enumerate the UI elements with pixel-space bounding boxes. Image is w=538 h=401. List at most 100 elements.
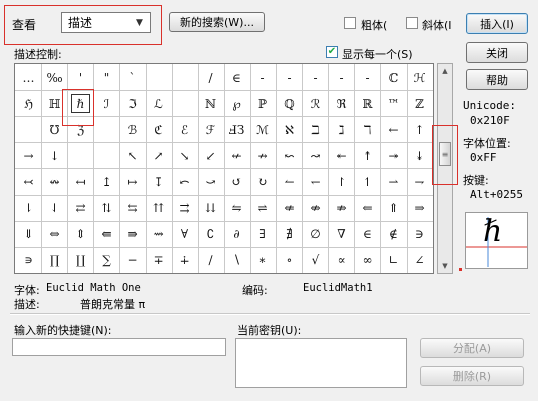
symbol-cell[interactable]: ∈ xyxy=(225,66,248,89)
symbol-cell[interactable]: ∓ xyxy=(147,248,170,271)
symbol-cell[interactable]: ⇔ xyxy=(43,222,66,245)
symbol-cell[interactable]: ⇊ xyxy=(199,196,222,219)
symbol-cell[interactable]: ∏ xyxy=(43,248,66,271)
symbol-cell[interactable]: ⇍ xyxy=(278,196,301,219)
symbol-cell[interactable] xyxy=(17,118,40,141)
symbol-cell[interactable]: ⇈ xyxy=(147,196,170,219)
symbol-cell[interactable]: ℜ xyxy=(330,92,353,115)
show-each-checkbox[interactable]: ✔ xyxy=(326,46,338,58)
symbol-cell[interactable]: ⇀ xyxy=(382,170,405,193)
symbol-cell[interactable]: - xyxy=(330,66,353,89)
symbol-cell[interactable]: ↦ xyxy=(121,170,144,193)
scroll-down-icon[interactable]: ▼ xyxy=(438,259,452,273)
symbol-cell[interactable]: ↙ xyxy=(199,144,222,167)
symbol-cell[interactable]: ⇏ xyxy=(330,196,353,219)
symbol-cell[interactable]: - xyxy=(356,66,379,89)
symbol-cell[interactable]: ℕ xyxy=(199,92,222,115)
symbol-cell[interactable]: ⇚ xyxy=(95,222,118,245)
help-button[interactable]: 帮助 xyxy=(466,69,528,90)
symbol-cell[interactable]: ℒ xyxy=(147,92,170,115)
symbol-cell[interactable]: ⇅ xyxy=(95,196,118,219)
symbol-cell[interactable]: ⇆ xyxy=(121,196,144,219)
symbol-cell[interactable]: ∘ xyxy=(278,248,301,271)
new-shortcut-input[interactable] xyxy=(12,338,226,356)
symbol-cell[interactable]: ⇝ xyxy=(147,222,170,245)
symbol-cell[interactable]: ↟ xyxy=(356,144,379,167)
symbol-cell[interactable]: ⇕ xyxy=(69,222,92,245)
symbol-cell[interactable]: ∐ xyxy=(69,248,92,271)
symbol-cell[interactable] xyxy=(173,92,196,115)
current-key-list[interactable] xyxy=(235,338,407,388)
symbol-cell[interactable]: ⇌ xyxy=(251,196,274,219)
scroll-up-icon[interactable]: ▲ xyxy=(438,64,452,78)
assign-button[interactable]: 分配(A) xyxy=(420,338,524,358)
symbol-cell[interactable]: ⇂ xyxy=(17,196,40,219)
symbol-cell[interactable]: ℰ xyxy=(173,118,196,141)
symbol-cell[interactable]: … xyxy=(17,66,40,89)
symbol-cell[interactable]: " xyxy=(95,66,118,89)
symbol-cell[interactable]: ∈ xyxy=(356,222,379,245)
symbol-cell[interactable]: ⇎ xyxy=(304,196,327,219)
symbol-cell[interactable]: ∉ xyxy=(382,222,405,245)
symbol-cell[interactable]: ↼ xyxy=(278,170,301,193)
symbol-cell[interactable]: ⇛ xyxy=(121,222,144,245)
symbol-cell[interactable]: ℤ xyxy=(408,92,431,115)
symbol-cell[interactable]: / xyxy=(199,66,222,89)
symbol-cell[interactable]: ↝ xyxy=(304,144,327,167)
symbol-cell[interactable]: ↭ xyxy=(43,170,66,193)
symbol-cell[interactable]: ∁ xyxy=(199,222,222,245)
symbol-cell[interactable]: ↠ xyxy=(382,144,405,167)
symbol-cell[interactable]: ↧ xyxy=(147,170,170,193)
symbol-cell[interactable]: ↥ xyxy=(95,170,118,193)
symbol-cell[interactable]: ∖ xyxy=(225,248,248,271)
symbol-cell[interactable]: ℘ xyxy=(225,92,248,115)
symbol-cell[interactable]: ℷ xyxy=(330,118,353,141)
symbol-cell[interactable]: ℚ xyxy=(278,92,301,115)
symbol-cell[interactable]: ⤺ xyxy=(173,170,196,193)
symbol-cell[interactable]: ⇐ xyxy=(356,196,379,219)
symbol-cell[interactable]: ℱ xyxy=(199,118,222,141)
symbol-cell[interactable]: ↺ xyxy=(225,170,248,193)
bold-checkbox[interactable] xyxy=(344,17,356,29)
symbol-cell[interactable]: ∞ xyxy=(356,248,379,271)
delete-button[interactable]: 删除(R) xyxy=(420,366,524,386)
symbol-cell[interactable]: − xyxy=(121,248,144,271)
symbol-cell[interactable]: ↗ xyxy=(147,144,170,167)
symbol-cell[interactable]: ℭ xyxy=(147,118,170,141)
symbol-cell[interactable]: ↚ xyxy=(225,144,248,167)
symbol-cell[interactable]: ⇒ xyxy=(408,196,431,219)
symbol-cell[interactable]: - xyxy=(278,66,301,89)
symbol-cell[interactable] xyxy=(95,144,118,167)
symbol-cell[interactable]: ∋ xyxy=(408,222,431,245)
symbol-cell[interactable]: ℋ xyxy=(408,66,431,89)
symbol-cell[interactable]: ↓ xyxy=(43,144,66,167)
symbol-cell[interactable]: ‰ xyxy=(43,66,66,89)
symbol-cell[interactable]: ℝ xyxy=(356,92,379,115)
italic-checkbox[interactable] xyxy=(406,17,418,29)
symbol-cell[interactable]: ↖ xyxy=(121,144,144,167)
new-search-button[interactable]: 新的搜索(W)... xyxy=(169,12,265,32)
insert-button[interactable]: 插入(I) xyxy=(466,13,528,34)
symbol-cell[interactable]: ⇃ xyxy=(43,196,66,219)
symbol-cell[interactable]: ↘ xyxy=(173,144,196,167)
symbol-cell[interactable]: ℑ xyxy=(121,92,144,115)
symbol-cell[interactable]: ℂ xyxy=(382,66,405,89)
symbol-cell[interactable]: ∠ xyxy=(408,248,431,271)
symbol-cell[interactable]: ℸ xyxy=(356,118,379,141)
symbol-cell[interactable] xyxy=(147,66,170,89)
symbol-cell[interactable]: ↿ xyxy=(356,170,379,193)
symbol-cell[interactable]: ℙ xyxy=(251,92,274,115)
symbol-cell[interactable]: ↾ xyxy=(330,170,353,193)
symbol-cell[interactable]: ⇑ xyxy=(382,196,405,219)
symbol-cell[interactable]: ∔ xyxy=(173,248,196,271)
symbol-cell[interactable]: ↤ xyxy=(69,170,92,193)
symbol-cell[interactable]: → xyxy=(17,144,40,167)
symbol-cell[interactable]: ℶ xyxy=(304,118,327,141)
symbol-cell[interactable]: ℌ xyxy=(17,92,40,115)
symbol-cell[interactable]: ™ xyxy=(382,92,405,115)
symbol-cell[interactable]: ℛ xyxy=(304,92,327,115)
symbol-cell[interactable]: ℵ xyxy=(278,118,301,141)
symbol-cell[interactable]: ' xyxy=(69,66,92,89)
symbol-cell[interactable]: ↞ xyxy=(330,144,353,167)
symbol-cell[interactable]: ⤻ xyxy=(199,170,222,193)
